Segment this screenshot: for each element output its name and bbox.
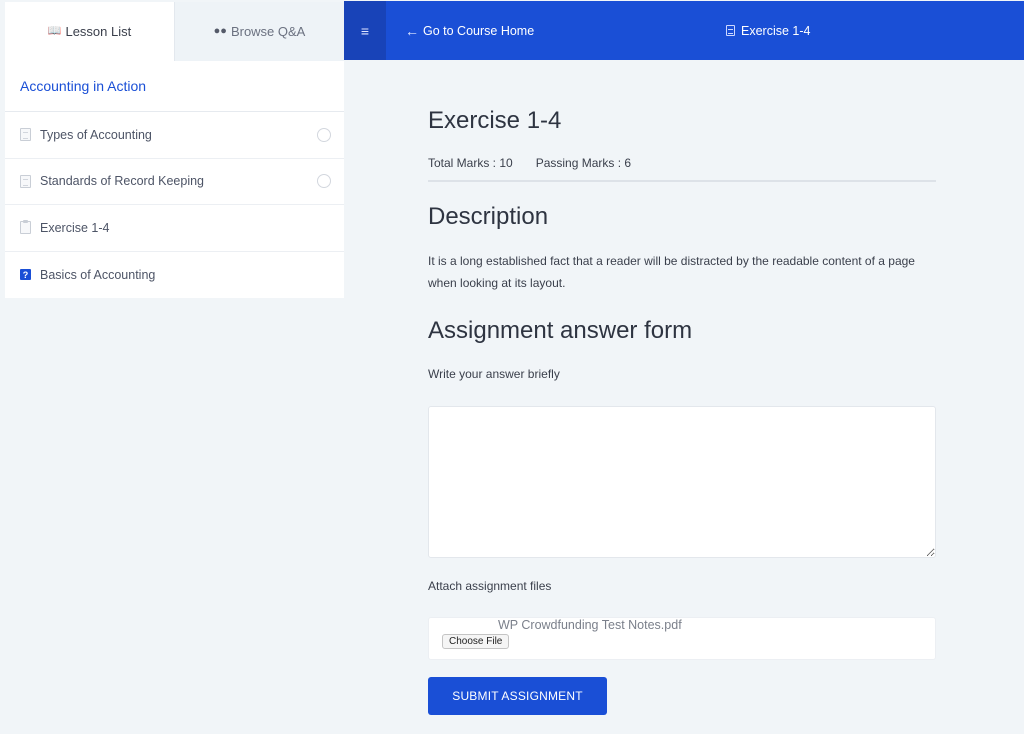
sidebar-item-basics-of-accounting[interactable]: ? Basics of Accounting: [5, 252, 344, 299]
topic-title[interactable]: Accounting in Action: [5, 61, 344, 112]
quiz-icon: ?: [20, 269, 31, 281]
lesson-sidebar: 📖 Lesson List ●● Browse Q&A Accounting i…: [5, 2, 344, 298]
selected-file-name: WP Crowdfunding Test Notes.pdf: [498, 618, 682, 632]
sidebar-item-exercise-1-4[interactable]: Exercise 1-4: [5, 205, 344, 252]
sidebar-item-types-of-accounting[interactable]: Types of Accounting: [5, 112, 344, 159]
sidebar-item-label: Basics of Accounting: [40, 267, 156, 282]
chat-icon: ●●: [213, 25, 227, 37]
description-heading: Description: [428, 203, 549, 230]
tab-lesson-list[interactable]: 📖 Lesson List: [5, 2, 174, 61]
arrow-left-icon: ←: [405, 22, 419, 39]
sidebar-tabs: 📖 Lesson List ●● Browse Q&A: [5, 2, 344, 61]
clipboard-icon: [20, 220, 31, 235]
passing-marks: Passing Marks : 6: [535, 156, 632, 170]
book-icon: 📖: [47, 25, 62, 37]
file-upload-field[interactable]: WP Crowdfunding Test Notes.pdf Choose Fi…: [428, 617, 936, 660]
choose-file-button[interactable]: Choose File: [442, 634, 510, 649]
description-text: It is a long established fact that a rea…: [428, 254, 915, 290]
top-bar: ≡ ← Go to Course Home Exercise 1-4: [344, 1, 1024, 60]
sidebar-item-label: Standards of Record Keeping: [40, 174, 204, 189]
page-title: Exercise 1-4: [428, 107, 562, 134]
answer-textarea[interactable]: [428, 406, 936, 558]
tab-browse-qa[interactable]: ●● Browse Q&A: [174, 2, 344, 61]
tab-lesson-list-label: Lesson List: [65, 24, 132, 39]
lesson-list: Accounting in Action Types of Accounting…: [5, 61, 344, 298]
document-icon: [726, 25, 735, 36]
document-icon: [20, 174, 31, 188]
completion-circle-icon: [317, 127, 331, 142]
submit-assignment-button[interactable]: SUBMIT ASSIGNMENT: [428, 677, 607, 715]
document-icon: [20, 128, 31, 142]
completion-circle-icon: [317, 174, 331, 189]
current-item-title-label: Exercise 1-4: [741, 23, 811, 38]
divider: [428, 180, 936, 182]
answer-label: Write your answer briefly: [428, 367, 560, 381]
form-heading: Assignment answer form: [428, 317, 693, 344]
sidebar-item-label: Exercise 1-4: [40, 220, 110, 235]
go-to-course-home-link[interactable]: ← Go to Course Home: [405, 23, 534, 39]
attach-files-label: Attach assignment files: [428, 579, 552, 593]
marks-info: Total Marks : 10 Passing Marks : 6: [428, 156, 631, 170]
tab-browse-qa-label: Browse Q&A: [230, 24, 306, 39]
sidebar-item-label: Types of Accounting: [40, 127, 152, 142]
course-home-label: Go to Course Home: [423, 23, 535, 38]
total-marks: Total Marks : 10: [428, 156, 513, 170]
current-item-title: Exercise 1-4: [726, 1, 810, 60]
hamburger-icon: ≡: [360, 22, 370, 39]
sidebar-item-standards-of-record-keeping[interactable]: Standards of Record Keeping: [5, 159, 344, 205]
menu-toggle-button[interactable]: ≡: [344, 1, 386, 60]
